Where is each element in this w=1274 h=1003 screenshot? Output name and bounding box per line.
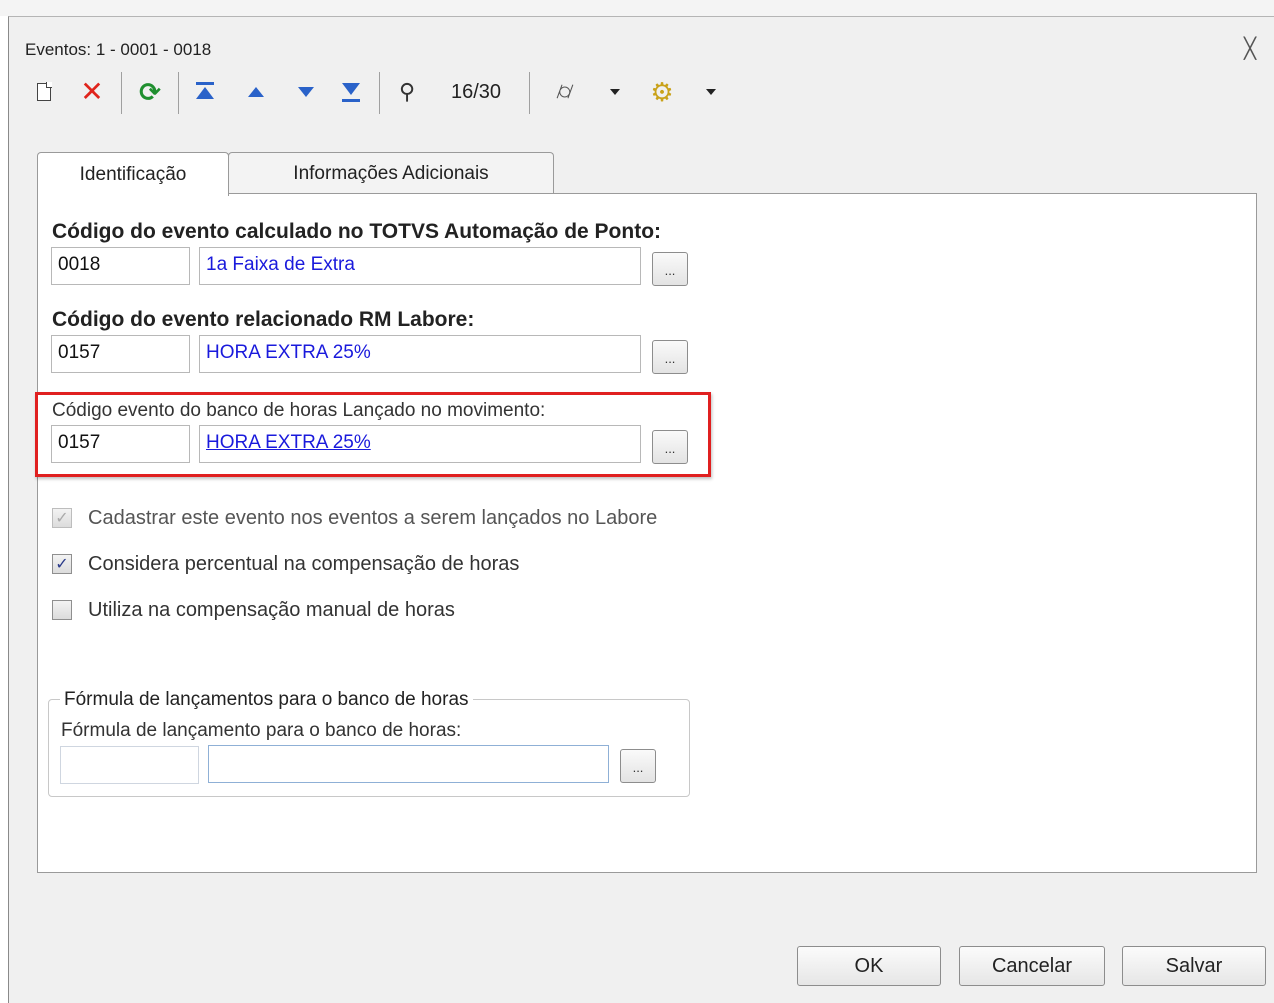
labore-event-label: Código do evento relacionado RM Labore: [52, 308, 475, 331]
first-record-button[interactable] [192, 74, 218, 110]
attachment-dropdown[interactable] [608, 74, 622, 110]
find-button[interactable]: ⚲ [390, 74, 424, 110]
toolbar-separator [379, 72, 380, 114]
chevron-down-icon [610, 89, 620, 95]
find-icon: ⚲ [398, 79, 416, 104]
record-counter: 16/30 [438, 74, 514, 110]
banco-description-link[interactable]: HORA EXTRA 25% [199, 425, 641, 463]
ponto-code-input[interactable]: 0018 [51, 247, 190, 285]
ponto-lookup-button[interactable]: ... [652, 252, 688, 286]
background-strip [0, 0, 1274, 16]
banco-lookup-button[interactable]: ... [652, 430, 688, 464]
close-icon[interactable]: ╳ [1244, 36, 1256, 61]
refresh-button[interactable]: ⟳ [134, 74, 166, 110]
checkbox-cadastrar-evento[interactable]: ✓ Cadastrar este evento nos eventos a se… [52, 506, 657, 530]
refresh-icon: ⟳ [139, 76, 161, 107]
ok-button[interactable]: OK [797, 946, 941, 986]
attachment-button[interactable]: ⌭ [548, 74, 582, 110]
ponto-event-label: Código do evento calculado no TOTVS Auto… [52, 220, 662, 243]
toolbar-separator [529, 72, 530, 114]
previous-record-button[interactable] [244, 74, 268, 110]
attachment-icon: ⌭ [556, 78, 574, 105]
next-record-button[interactable] [294, 74, 318, 110]
new-button[interactable] [32, 74, 56, 110]
formula-label: Fórmula de lançamento para o banco de ho… [61, 720, 462, 741]
checkbox-compensacao-manual[interactable]: Utiliza na compensação manual de horas [52, 598, 455, 622]
banco-event-label: Código evento do banco de horas Lançado … [52, 400, 546, 421]
save-button[interactable]: Salvar [1122, 946, 1266, 986]
ponto-description-field[interactable]: 1a Faixa de Extra [199, 247, 641, 285]
record-counter-text: 16/30 [450, 80, 502, 103]
checkbox-label: Cadastrar este evento nos eventos a sere… [88, 506, 658, 529]
first-record-icon [194, 82, 216, 102]
checkbox-box[interactable]: ✓ [52, 508, 72, 528]
checkbox-label: Utiliza na compensação manual de horas [88, 598, 455, 621]
next-record-icon [298, 87, 314, 97]
tab-identificacao[interactable]: Identificação [37, 152, 229, 196]
delete-icon: ✕ [80, 76, 104, 107]
toolbar-separator [178, 72, 179, 114]
formula-code-input[interactable] [60, 746, 199, 784]
last-record-icon [340, 82, 362, 102]
previous-record-icon [248, 87, 264, 97]
labore-code-input[interactable]: 0157 [51, 335, 190, 373]
process-dropdown[interactable] [704, 74, 718, 110]
formula-description-input[interactable] [208, 745, 609, 783]
new-icon [37, 82, 52, 101]
last-record-button[interactable] [338, 74, 364, 110]
checkbox-label: Considera percentual na compensação de h… [88, 552, 520, 575]
process-button[interactable]: ⚙ [644, 74, 680, 110]
toolbar: ✕ ⟳ ⚲ 16/30 ⌭ ⚙ [6, 64, 1261, 120]
labore-lookup-button[interactable]: ... [652, 340, 688, 374]
checkbox-box[interactable]: ✓ [52, 554, 72, 574]
checkbox-box[interactable] [52, 600, 72, 620]
labore-description-field[interactable]: HORA EXTRA 25% [199, 335, 641, 373]
banco-code-input[interactable]: 0157 [51, 425, 190, 463]
window-title: Eventos: 1 - 0001 - 0018 [25, 40, 212, 59]
toolbar-separator [121, 72, 122, 114]
process-icon: ⚙ [650, 76, 674, 107]
formula-lookup-button[interactable]: ... [620, 749, 656, 783]
cancel-button[interactable]: Cancelar [959, 946, 1105, 986]
tab-informacoes-adicionais[interactable]: Informações Adicionais [228, 152, 554, 194]
formula-group-title: Fórmula de lançamentos para o banco de h… [60, 689, 473, 711]
delete-button[interactable]: ✕ [78, 74, 106, 110]
checkbox-considera-percentual[interactable]: ✓ Considera percentual na compensação de… [52, 552, 519, 576]
chevron-down-icon [706, 89, 716, 95]
